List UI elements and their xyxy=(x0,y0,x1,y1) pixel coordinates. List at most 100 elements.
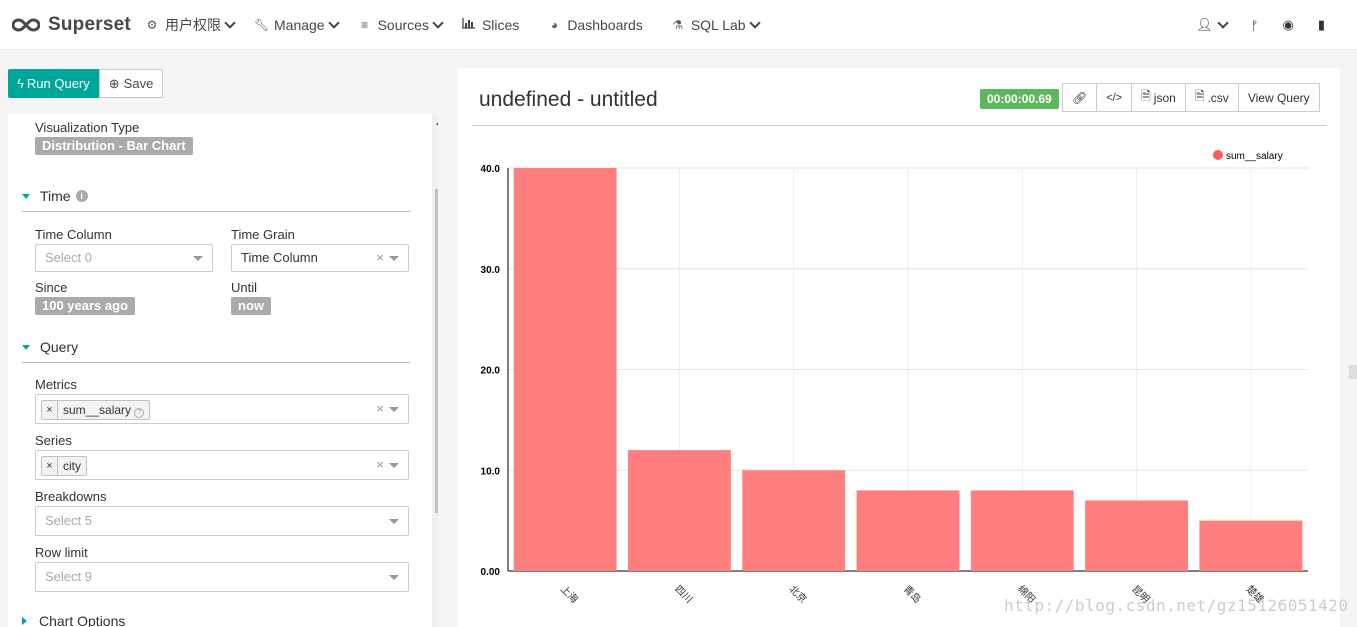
scrollbar-thumb[interactable] xyxy=(435,189,438,513)
since-label: Since xyxy=(35,280,68,295)
github-icon[interactable]: ◉ xyxy=(1271,17,1306,33)
breakdowns-placeholder: Select 5 xyxy=(45,513,92,528)
nav-sources-label: Sources xyxy=(377,16,429,33)
nav-sources[interactable]: ≡ Sources xyxy=(348,0,452,50)
nav-sqllab[interactable]: ⚗ SQL Lab xyxy=(661,0,769,50)
clear-icon[interactable]: × xyxy=(376,250,384,265)
section-chart-options[interactable]: Chart Options xyxy=(22,613,125,627)
nav-dashboards[interactable]: ◕ Dashboards xyxy=(537,0,653,50)
watermark: http://blog.csdn.net/gz15126051420 xyxy=(1004,596,1349,615)
chevron-down-icon xyxy=(327,16,340,29)
x-tick-label: 四川 xyxy=(672,584,694,606)
chart-title[interactable]: undefined - untitled xyxy=(479,88,658,112)
clear-icon[interactable]: × xyxy=(376,401,384,416)
metrics-label: Metrics xyxy=(35,377,77,392)
bar xyxy=(1199,520,1303,571)
chevron-down-icon xyxy=(748,16,761,29)
header-divider xyxy=(472,125,1327,126)
y-tick-label: 10.0 xyxy=(481,466,501,477)
x-tick-label: 青岛 xyxy=(901,582,924,605)
nav-slices[interactable]: Slices xyxy=(452,0,529,50)
book-icon[interactable]: ▮ xyxy=(1306,17,1337,33)
user-icon: 👤︎ xyxy=(1196,17,1213,32)
run-query-button[interactable]: ϟ Run Query xyxy=(8,69,99,98)
chevron-down-icon xyxy=(432,16,444,29)
info-icon: i xyxy=(75,190,88,202)
bar-chart: 0.0010.020.030.040.0上海 四川 北京 青岛 绵阳 昆明 楚雄sum__s… xyxy=(481,150,1308,606)
nav-sqllab-label: SQL Lab xyxy=(690,16,746,33)
wrench-icon: 🔧︎ xyxy=(254,17,270,32)
user-menu[interactable]: 👤︎ xyxy=(1184,17,1239,33)
section-query[interactable]: Query xyxy=(22,339,78,355)
bolt-icon: ϟ xyxy=(17,76,24,91)
run-query-label: Run Query xyxy=(26,76,90,91)
row-limit-placeholder: Select 9 xyxy=(45,569,92,584)
embed-button[interactable]: </> xyxy=(1096,83,1133,112)
scrollbar-grip[interactable] xyxy=(1349,365,1357,379)
save-button[interactable]: ⊕ Save xyxy=(98,69,164,98)
until-label: Until xyxy=(231,280,258,295)
save-label: Save xyxy=(123,76,154,91)
top-navbar: Superset ⚙ 用户权限 🔧︎ Manage ≡ Sources Slic… xyxy=(0,0,1357,50)
query-toolbar: ϟ Run Query ⊕ Save xyxy=(8,69,164,98)
json-button[interactable]: 🗎︎ json xyxy=(1131,83,1186,112)
metrics-select[interactable]: × sum__salary? × xyxy=(35,394,409,424)
chart-actions: 🔗︎ </> 🗎︎ json 🗎︎ .csv View Query xyxy=(1062,83,1320,112)
caret-right-icon xyxy=(22,617,27,625)
caret-down-icon xyxy=(22,193,30,199)
dropdown-arrow-icon xyxy=(389,575,399,580)
nav-security[interactable]: ⚙ 用户权限 xyxy=(135,0,244,50)
time-grain-select[interactable]: Time Column × xyxy=(231,244,409,272)
series-chip: × city xyxy=(41,456,87,476)
since-value[interactable]: 100 years ago xyxy=(35,297,136,315)
brand[interactable]: Superset xyxy=(0,14,135,36)
row-limit-label: Row limit xyxy=(35,545,88,560)
legend-label: sum__salary xyxy=(1226,151,1283,162)
json-label: json xyxy=(1153,90,1176,105)
viz-type-value[interactable]: Distribution - Bar Chart xyxy=(35,137,193,155)
csv-label: .csv xyxy=(1207,90,1229,105)
remove-chip-icon[interactable]: × xyxy=(42,457,58,475)
divider xyxy=(22,211,410,212)
time-column-placeholder: Select 0 xyxy=(45,250,92,265)
section-time[interactable]: Time i xyxy=(22,188,88,204)
bar-chart-icon xyxy=(462,17,476,32)
plus-circle-icon: ⊕ xyxy=(108,75,120,91)
series-label: Series xyxy=(35,433,72,448)
breakdowns-select[interactable]: Select 5 xyxy=(35,506,409,536)
series-chip-label: city xyxy=(63,459,81,473)
row-limit-select[interactable]: Select 9 xyxy=(35,562,409,592)
metric-chip: × sum__salary? xyxy=(41,400,151,420)
gears-icon: ⚙ xyxy=(146,17,158,32)
bar xyxy=(742,470,846,571)
controls-panel: Visualization Type Distribution - Bar Ch… xyxy=(8,114,438,627)
controls-scrollbar[interactable] xyxy=(432,114,438,627)
dropdown-arrow-icon xyxy=(389,463,399,468)
scroll-up-arrow-icon[interactable] xyxy=(436,120,438,125)
nav-slices-label: Slices xyxy=(481,16,520,33)
clear-icon[interactable]: × xyxy=(376,457,384,472)
database-icon: ≡ xyxy=(361,17,369,32)
time-column-select[interactable]: Select 0 xyxy=(35,244,213,272)
csv-button[interactable]: 🗎︎ .csv xyxy=(1184,83,1239,112)
query-timer-badge: 00:00:00.69 xyxy=(980,89,1059,109)
version-icon[interactable]: ᚠ xyxy=(1239,18,1271,33)
series-select[interactable]: × city × xyxy=(35,450,409,480)
file-code-icon: 🗎︎ xyxy=(1141,89,1151,103)
link-button[interactable]: 🔗︎ xyxy=(1062,83,1098,112)
dropdown-arrow-icon xyxy=(389,407,399,412)
remove-chip-icon[interactable]: × xyxy=(42,401,58,419)
view-query-button[interactable]: View Query xyxy=(1237,83,1320,112)
y-tick-label: 40.0 xyxy=(481,164,501,175)
x-tick-label: 北京 xyxy=(786,582,809,605)
nav-manage[interactable]: 🔧︎ Manage xyxy=(244,0,348,50)
until-value[interactable]: now xyxy=(231,297,271,315)
navbar-right: 👤︎ ᚠ ◉ ▮ xyxy=(1184,0,1337,50)
page-scrollbar[interactable] xyxy=(1340,50,1357,627)
y-tick-label: 0.00 xyxy=(481,567,501,578)
bar xyxy=(513,168,617,571)
chart-panel: undefined - untitled 00:00:00.69 🔗︎ </> … xyxy=(458,68,1340,627)
x-tick-label: 上海 xyxy=(558,582,581,605)
bar xyxy=(1085,500,1188,571)
legend-marker xyxy=(1213,150,1223,160)
